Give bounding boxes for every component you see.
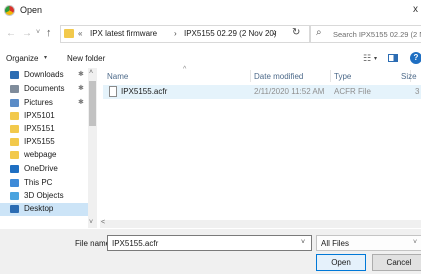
view-options-caret-icon[interactable]: ▾ — [374, 55, 377, 62]
sidebar-item-label: This PC — [24, 178, 53, 187]
sidebar-item[interactable]: Pictures ✱ — [0, 97, 94, 110]
folder-icon — [10, 151, 19, 159]
column-divider[interactable] — [330, 70, 331, 82]
sidebar-item-label: OneDrive — [24, 164, 58, 173]
sidebar-item[interactable]: 3D Objects — [0, 190, 94, 203]
sidebar-item-label: webpage — [24, 150, 57, 159]
column-header-type[interactable]: Type — [334, 72, 351, 81]
sort-indicator-icon: ^ — [183, 66, 187, 73]
column-header-name[interactable]: Name — [107, 72, 128, 81]
organize-caret-icon[interactable]: ▾ — [44, 54, 47, 61]
sidebar-item-label: Desktop — [24, 204, 54, 213]
sidebar-item[interactable]: OneDrive — [0, 163, 94, 176]
pin-icon[interactable]: ✱ — [78, 98, 84, 106]
file-name-cell[interactable]: IPX5155.acfr — [121, 87, 167, 96]
close-icon[interactable]: x — [413, 4, 418, 15]
horizontal-scrollbar[interactable] — [100, 220, 421, 228]
file-name-field[interactable]: IPX5155.acfr — [107, 235, 312, 251]
sidebar-item-label: Documents — [24, 84, 65, 93]
file-size-cell: 3 — [415, 87, 420, 96]
address-dropdown-icon[interactable]: ˅ — [272, 29, 277, 38]
preview-pane-icon[interactable] — [388, 54, 398, 62]
folder-icon — [10, 138, 19, 146]
sidebar-item[interactable]: IPX5151 — [0, 123, 94, 136]
documents-icon — [10, 85, 19, 93]
sidebar-item-label: IPX5151 — [24, 124, 55, 133]
sidebar-item[interactable]: Downloads ✱ — [0, 69, 94, 82]
sidebar-item[interactable]: This PC — [0, 177, 94, 190]
sidebar-item-label: Pictures — [24, 98, 53, 107]
organize-button[interactable]: Organize — [6, 54, 38, 63]
sidebar-item-label: IPX5155 — [24, 137, 55, 146]
scroll-up-icon[interactable]: ˄ — [89, 69, 93, 76]
forward-arrow-icon[interactable]: → — [22, 28, 32, 39]
cancel-button[interactable]: Cancel — [372, 254, 421, 271]
breadcrumb-separator-icon[interactable]: › — [174, 29, 177, 38]
cloud-icon — [10, 165, 19, 173]
file-type-cell: ACFR File — [334, 87, 371, 96]
file-name-dropdown-icon[interactable]: ˅ — [301, 239, 305, 246]
up-arrow-icon[interactable]: ↑ — [46, 27, 52, 39]
chrome-app-icon — [4, 5, 15, 16]
breadcrumb-item[interactable]: IPX5155 02.29 (2 Nov 20) — [184, 29, 277, 38]
search-icon: ⌕ — [316, 27, 322, 38]
open-button[interactable]: Open — [316, 254, 366, 271]
search-placeholder: Search IPX5155 02.29 (2 Nov — [333, 30, 421, 39]
cube-icon — [10, 192, 19, 200]
pictures-icon — [10, 99, 19, 107]
sidebar-item-label: Downloads — [24, 70, 64, 79]
help-icon[interactable]: ? — [410, 52, 421, 64]
pin-icon[interactable]: ✱ — [78, 84, 84, 92]
sidebar-item[interactable]: webpage — [0, 149, 94, 162]
breadcrumb-overflow-icon[interactable]: « — [78, 29, 82, 38]
navigation-pane: Downloads ✱ Documents ✱ Pictures ✱ IPX5101 IPX5… — [0, 68, 98, 228]
computer-icon — [10, 179, 19, 187]
sidebar-item[interactable]: IPX5155 — [0, 136, 94, 149]
breadcrumb-item[interactable]: IPX latest firmware — [90, 29, 157, 38]
file-type-dropdown-icon[interactable]: ˅ — [413, 239, 417, 246]
sidebar-item[interactable]: Desktop — [0, 203, 94, 216]
sidebar-item[interactable]: Documents ✱ — [0, 83, 94, 96]
folder-icon — [10, 125, 19, 133]
folder-icon — [10, 112, 19, 120]
column-header-size[interactable]: Size — [401, 72, 417, 81]
scroll-left-icon[interactable]: ˂ — [101, 219, 105, 226]
column-header-date[interactable]: Date modified — [254, 72, 303, 81]
dialog-title: Open — [20, 5, 43, 15]
file-type-select[interactable]: All Files — [316, 235, 421, 251]
sidebar-item-label: IPX5101 — [24, 111, 55, 120]
column-divider[interactable] — [250, 70, 251, 82]
folder-icon — [64, 29, 74, 38]
back-arrow-icon[interactable]: ← — [6, 28, 16, 39]
new-folder-button[interactable]: New folder — [67, 54, 105, 63]
download-arrow-icon — [10, 71, 19, 79]
file-date-cell: 2/11/2020 11:52 AM — [254, 87, 325, 96]
nav-scrollbar-thumb[interactable] — [89, 81, 96, 126]
recent-locations-chevron-icon[interactable]: ˅ — [36, 29, 40, 36]
desktop-icon — [10, 205, 19, 213]
sidebar-item-label: 3D Objects — [24, 191, 64, 200]
refresh-icon[interactable]: ↻ — [292, 27, 300, 38]
title-bar — [0, 0, 421, 22]
file-icon — [109, 86, 117, 97]
sidebar-item[interactable]: IPX5101 — [0, 110, 94, 123]
scroll-down-icon[interactable]: ˅ — [89, 219, 93, 226]
pin-icon[interactable]: ✱ — [78, 70, 84, 78]
change-view-icon[interactable]: ☷ — [363, 53, 371, 64]
